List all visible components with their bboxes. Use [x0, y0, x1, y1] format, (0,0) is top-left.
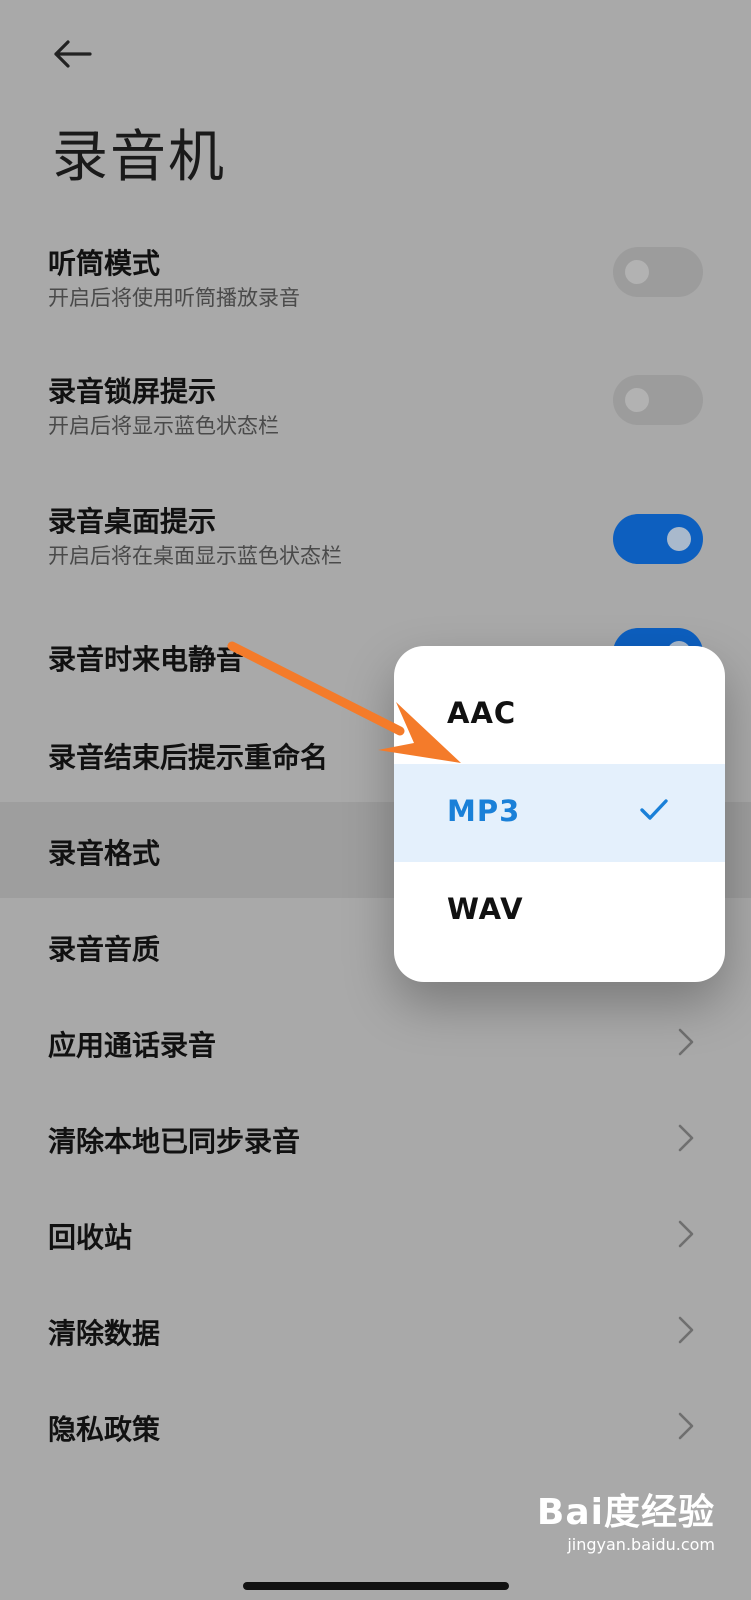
checkmark-icon — [640, 799, 668, 820]
desktop-hint-toggle[interactable] — [613, 514, 703, 564]
setting-title: 清除数据 — [48, 1317, 161, 1350]
setting-title: 听筒模式 — [48, 247, 161, 280]
format-option-aac[interactable]: AAC — [394, 666, 725, 764]
setting-privacy-policy[interactable]: 隐私政策 — [0, 1378, 751, 1474]
setting-title: 隐私政策 — [48, 1413, 161, 1446]
setting-earpiece-mode[interactable]: 听筒模式 开启后将使用听筒播放录音 — [0, 232, 751, 328]
format-option-label: WAV — [447, 892, 524, 926]
format-popup: AAC MP3 WAV — [394, 646, 725, 982]
watermark-url: jingyan.baidu.com — [567, 1535, 715, 1554]
setting-lockscreen-hint[interactable]: 录音锁屏提示 开启后将显示蓝色状态栏 — [0, 360, 751, 456]
setting-clear-synced[interactable]: 清除本地已同步录音 — [0, 1090, 751, 1186]
format-option-label: MP3 — [447, 794, 521, 828]
chevron-right-icon — [678, 1220, 694, 1248]
watermark-logo: Bai度经验 jingyan.baidu.com — [537, 1483, 715, 1554]
page-title: 录音机 — [52, 125, 226, 190]
chevron-right-icon — [678, 1412, 694, 1440]
earpiece-mode-toggle[interactable] — [613, 247, 703, 297]
setting-title: 回收站 — [48, 1221, 133, 1254]
setting-clear-data[interactable]: 清除数据 — [0, 1282, 751, 1378]
lockscreen-hint-toggle[interactable] — [613, 375, 703, 425]
chevron-right-icon — [678, 1124, 694, 1152]
arrow-left-icon — [54, 40, 92, 68]
format-option-wav[interactable]: WAV — [394, 862, 725, 960]
chevron-right-icon — [678, 1316, 694, 1344]
setting-title: 应用通话录音 — [48, 1029, 217, 1062]
setting-title: 录音时来电静音 — [48, 643, 245, 676]
setting-recycle-bin[interactable]: 回收站 — [0, 1186, 751, 1282]
setting-title: 录音音质 — [48, 933, 161, 966]
setting-subtitle: 开启后将在桌面显示蓝色状态栏 — [48, 544, 342, 568]
setting-title: 录音格式 — [48, 837, 161, 870]
setting-subtitle: 开启后将显示蓝色状态栏 — [48, 414, 279, 438]
watermark-brand: Bai度经验 — [536, 1492, 715, 1533]
setting-call-recording[interactable]: 应用通话录音 — [0, 994, 751, 1090]
setting-title: 清除本地已同步录音 — [48, 1125, 301, 1158]
setting-desktop-hint[interactable]: 录音桌面提示 开启后将在桌面显示蓝色状态栏 — [0, 490, 751, 586]
format-option-label: AAC — [447, 696, 517, 730]
back-button[interactable] — [46, 32, 98, 76]
setting-title: 录音锁屏提示 — [48, 375, 217, 408]
setting-subtitle: 开启后将使用听筒播放录音 — [48, 286, 300, 310]
setting-title: 录音结束后提示重命名 — [48, 741, 329, 774]
chevron-right-icon — [678, 1028, 694, 1056]
setting-title: 录音桌面提示 — [48, 505, 217, 538]
format-option-mp3[interactable]: MP3 — [394, 764, 725, 862]
home-indicator[interactable] — [243, 1582, 509, 1590]
